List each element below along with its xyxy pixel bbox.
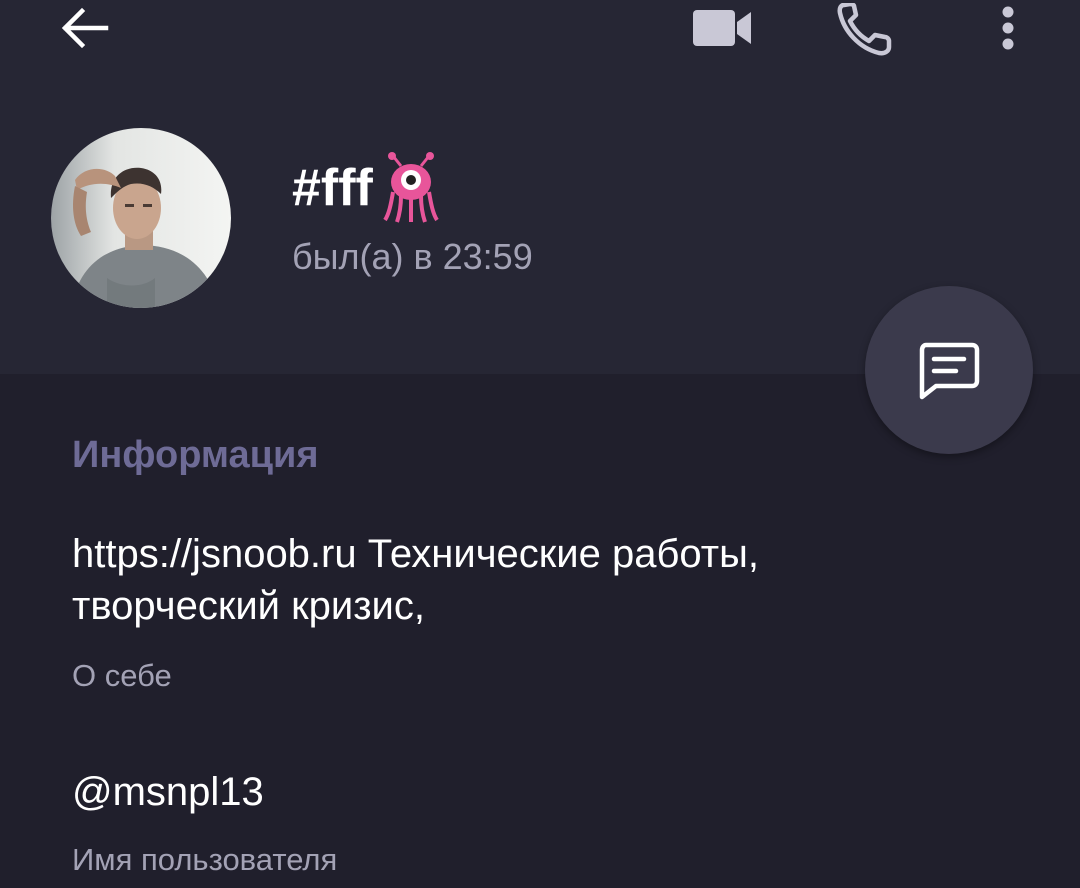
video-camera-icon bbox=[693, 10, 751, 46]
back-button[interactable] bbox=[52, 0, 116, 56]
info-section-title: Информация bbox=[72, 434, 319, 476]
alien-monster-emoji bbox=[383, 152, 439, 223]
name-row: #fff bbox=[292, 148, 441, 228]
more-options-button[interactable] bbox=[988, 0, 1028, 56]
arrow-left-icon bbox=[61, 7, 109, 49]
avatar[interactable] bbox=[51, 128, 231, 308]
profile-screen: #fff был(а) в 23:59 Информация https://j… bbox=[0, 0, 1080, 888]
send-message-button[interactable] bbox=[865, 286, 1033, 454]
avatar-photo bbox=[51, 128, 231, 308]
profile-name: #fff bbox=[292, 159, 373, 217]
message-icon bbox=[919, 342, 980, 400]
voice-call-button[interactable] bbox=[830, 0, 900, 60]
phone-icon bbox=[837, 3, 892, 56]
bio-label: О себе bbox=[72, 658, 172, 693]
bio-line-1: https://jsnoob.ru Технические работы, bbox=[72, 532, 759, 576]
last-seen-status: был(а) в 23:59 bbox=[292, 236, 533, 277]
username-value[interactable]: @msnpl13 bbox=[72, 770, 264, 815]
username-label: Имя пользователя bbox=[72, 842, 338, 877]
bio-line-2: творческий кризис, bbox=[72, 584, 426, 628]
bio-text[interactable]: https://jsnoob.ru Технические работы, тв… bbox=[72, 528, 972, 632]
more-vertical-icon bbox=[1002, 6, 1014, 50]
video-call-button[interactable] bbox=[684, 0, 760, 56]
